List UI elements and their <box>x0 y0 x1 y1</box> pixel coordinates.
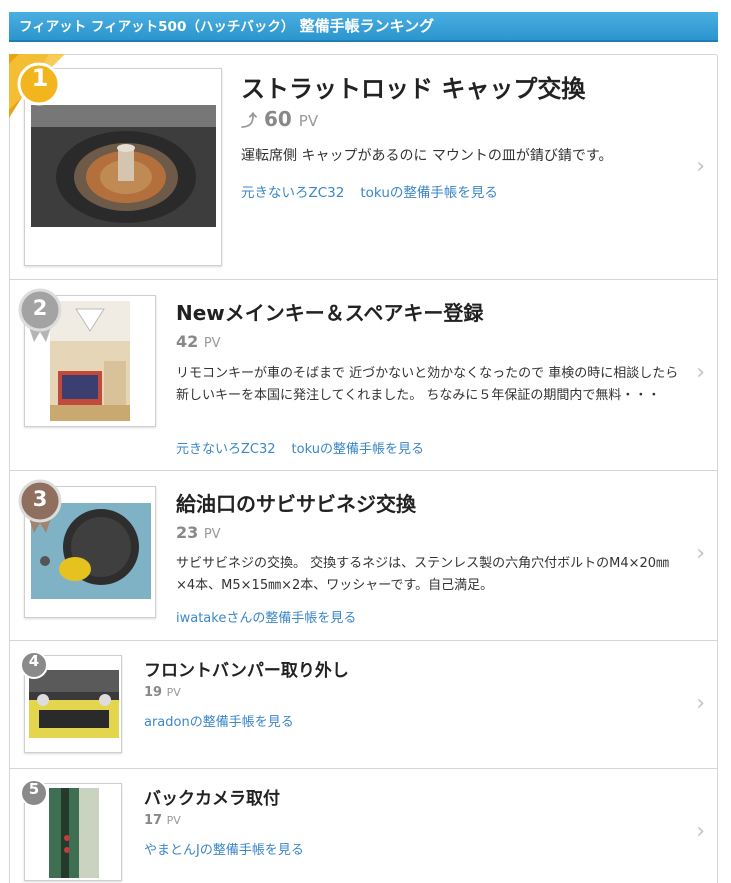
item-links: やまとんJの整備手帳を見る <box>144 839 304 858</box>
rank-number: 1 <box>31 64 49 92</box>
item-title[interactable]: 給油口のサビサビネジ交換 <box>176 488 416 517</box>
ranking-item-5[interactable]: 5 バックカメラ取付 17 PV やまとんJの整備手帳を見る › <box>10 769 717 883</box>
rank-number: 2 <box>32 296 48 320</box>
chevron-right-icon[interactable]: › <box>696 691 705 716</box>
item-links: 元きないろZC32 tokuの整備手帳を見る <box>176 438 424 457</box>
user-notebook-link[interactable]: やまとんJの整備手帳を見る <box>144 843 304 858</box>
pv-count: ⤴ 60 PV <box>241 107 319 131</box>
item-links: 元きないろZC32 tokuの整備手帳を見る <box>241 181 498 201</box>
rank-number: 3 <box>32 487 48 511</box>
chevron-right-icon[interactable]: › <box>696 541 705 566</box>
pv-count: 19 PV <box>144 685 181 700</box>
item-title[interactable]: Newメインキー＆スペアキー登録 <box>176 297 483 326</box>
ranking-list: 1 ストラットロッド キャップ交換 ⤴ 60 PV 運転席側 キャップがあるのに… <box>9 54 718 883</box>
item-title[interactable]: フロントバンパー取り外し <box>144 656 349 681</box>
pv-count: 42 PV <box>176 332 221 351</box>
header-title: 整備手帳ランキング <box>299 17 435 35</box>
back-camera-photo <box>49 788 99 878</box>
ranking-item-2[interactable]: 2 Newメインキー＆スペアキー登録 42 PV リモコンキーが車のそばまで 近… <box>10 280 717 471</box>
chevron-right-icon[interactable]: › <box>696 360 705 385</box>
rank-number: 4 <box>28 652 40 670</box>
item-links: aradonの整備手帳を見る <box>144 711 294 730</box>
ranking-item-1[interactable]: 1 ストラットロッド キャップ交換 ⤴ 60 PV 運転席側 キャップがあるのに… <box>9 54 717 280</box>
ranking-header: フィアット フィアット500（ハッチバック） 整備手帳ランキング <box>9 12 718 42</box>
user-notebook-link[interactable]: aradonの整備手帳を見る <box>144 715 294 730</box>
user-notebook-link[interactable]: tokuの整備手帳を見る <box>360 185 498 201</box>
item-description: 運転席側 キャップがあるのに マウントの皿が錆び錆です。 <box>241 148 613 164</box>
car-link[interactable]: 元きないろZC32 <box>241 185 344 201</box>
pv-count: 23 PV <box>176 523 221 542</box>
car-link[interactable]: 元きないろZC32 <box>176 442 276 457</box>
item-links: iwatakeさんの整備手帳を見る <box>176 607 356 626</box>
pv-count: 17 PV <box>144 813 181 828</box>
rank-number: 5 <box>28 780 40 798</box>
user-notebook-link[interactable]: tokuの整備手帳を見る <box>292 442 424 457</box>
front-bumper-photo <box>29 670 119 738</box>
item-description: リモコンキーが車のそばまで 近づかないと効かなくなったので 車検の時に相談したら… <box>176 366 679 403</box>
trend-icon: ⤴ <box>241 111 258 130</box>
user-notebook-link[interactable]: iwatakeさんの整備手帳を見る <box>176 611 356 626</box>
ranking-item-4[interactable]: 4 フロントバンパー取り外し 19 PV aradonの整備手帳を見る › <box>10 641 717 769</box>
item-title[interactable]: ストラットロッド キャップ交換 <box>241 69 585 104</box>
ranking-item-3[interactable]: 3 給油口のサビサビネジ交換 23 PV サビサビネジの交換。 交換するネジは、… <box>10 471 717 641</box>
item-title[interactable]: バックカメラ取付 <box>144 784 280 809</box>
chevron-right-icon[interactable]: › <box>696 819 705 844</box>
item-description: サビサビネジの交換。 交換するネジは、ステンレス製の六角穴付ボルトのM4×20㎜… <box>176 556 670 593</box>
strut-mount-photo <box>31 105 216 227</box>
header-vehicle: フィアット フィアット500（ハッチバック） <box>19 19 295 35</box>
chevron-right-icon[interactable]: › <box>696 154 705 179</box>
